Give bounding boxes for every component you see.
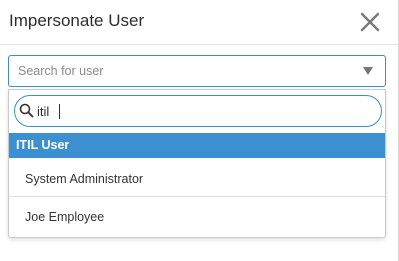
option-system-administrator[interactable]: System Administrator <box>9 161 385 197</box>
user-dropdown: ITIL User System Administrator Joe Emplo… <box>8 89 386 238</box>
user-select-placeholder: Search for user <box>18 64 104 78</box>
chevron-down-icon <box>363 67 373 75</box>
close-icon[interactable] <box>359 11 381 33</box>
text-caret <box>59 104 60 119</box>
search-icon <box>19 103 34 118</box>
option-joe-employee[interactable]: Joe Employee <box>9 198 385 236</box>
search-box[interactable] <box>14 95 382 127</box>
search-input[interactable] <box>37 101 367 121</box>
dialog-header: Impersonate User <box>0 0 398 45</box>
dialog-title: Impersonate User <box>9 11 145 30</box>
impersonate-user-dialog: Impersonate User Search for user ITIL Us… <box>0 0 399 261</box>
option-itil-user[interactable]: ITIL User <box>9 133 385 158</box>
user-select[interactable]: Search for user <box>8 55 386 87</box>
